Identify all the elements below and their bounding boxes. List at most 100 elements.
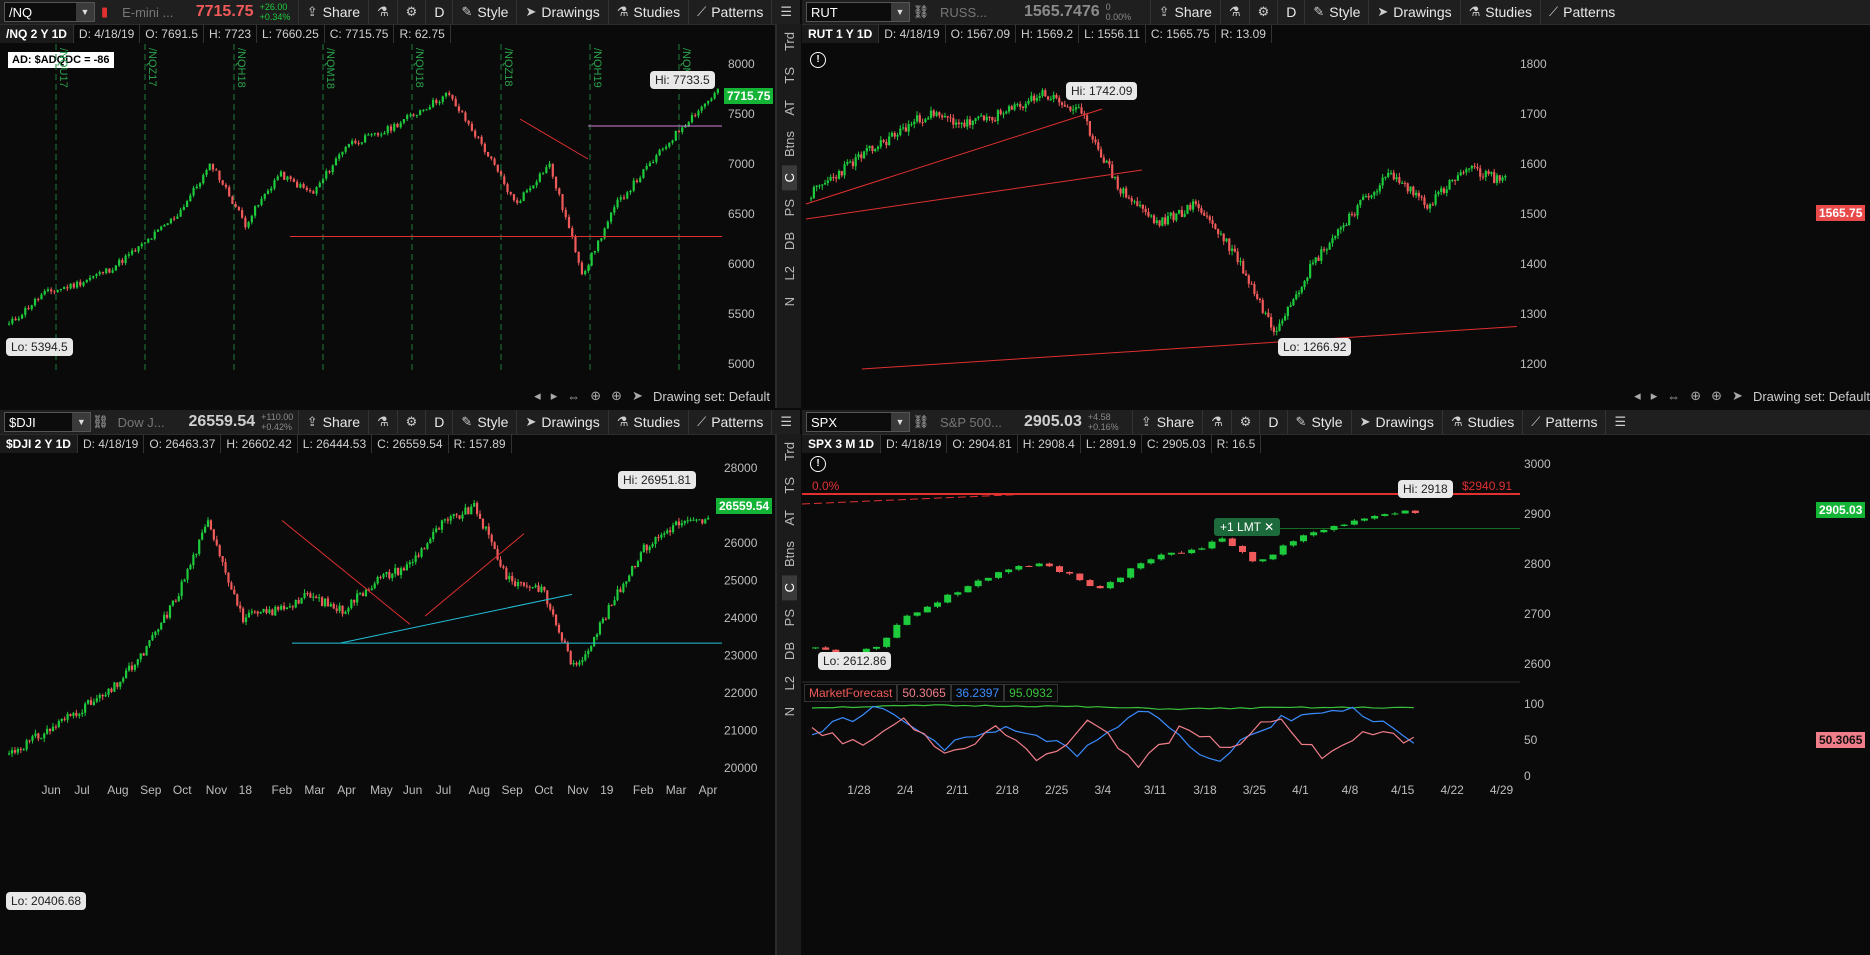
- tab-db[interactable]: DB: [782, 634, 797, 668]
- style-button[interactable]: ✎ Style: [452, 410, 516, 434]
- symbol-input[interactable]: /NQ ▼: [4, 2, 95, 22]
- scroll-left-icon[interactable]: ◂: [1634, 388, 1641, 404]
- share-button[interactable]: ⇪ Share: [297, 410, 368, 434]
- style-button[interactable]: ✎ Style: [1304, 0, 1368, 24]
- drawing-set[interactable]: Drawing set: Default: [653, 389, 770, 404]
- share-button[interactable]: ⇪ Share: [297, 0, 368, 24]
- scroll-left-icon[interactable]: ◂: [534, 388, 541, 404]
- tab-c[interactable]: C: [781, 575, 797, 601]
- tab-ts[interactable]: TS: [782, 59, 797, 92]
- tab-at[interactable]: AT: [782, 92, 797, 124]
- tab-btns[interactable]: Btns: [782, 123, 797, 165]
- close-icon[interactable]: ✕: [1264, 520, 1274, 534]
- tab-ps[interactable]: PS: [782, 601, 797, 634]
- symbol-input[interactable]: $DJI ▼: [4, 412, 92, 432]
- candle-body: [448, 93, 451, 95]
- menu-button[interactable]: ☰: [771, 0, 800, 24]
- link-icon[interactable]: ⛓: [910, 4, 932, 20]
- symbol-dropdown-icon[interactable]: ▼: [891, 413, 909, 431]
- scroll-right-icon[interactable]: ▸: [1651, 388, 1658, 404]
- aggregation-button[interactable]: D: [425, 410, 452, 434]
- settings-button[interactable]: ⚙: [396, 0, 426, 24]
- settings-button[interactable]: ⚙: [1230, 410, 1260, 434]
- candle-body: [224, 562, 227, 573]
- flag-icon[interactable]: ▮: [95, 4, 114, 20]
- tab-trd[interactable]: Trd: [782, 24, 797, 59]
- price-chart[interactable]: 1800 1700 1600 1500 1400 1300 1200 May Jun Jul Aug…: [802, 44, 1870, 374]
- menu-button[interactable]: ☰: [771, 410, 800, 434]
- price-chart[interactable]: /NQU17/NQZ17/NQH18/NQM18/NQU18/NQZ18/NQH…: [0, 44, 776, 374]
- style-button[interactable]: ✎ Style: [1286, 410, 1351, 434]
- flask-button[interactable]: ⚗: [1219, 0, 1249, 24]
- drawing-set[interactable]: Drawing set: Default: [1753, 389, 1870, 404]
- studies-button[interactable]: ⚗ Studies: [607, 0, 688, 24]
- tab-l2[interactable]: L2: [782, 668, 797, 698]
- symbol-dropdown-icon[interactable]: ▼: [76, 3, 94, 21]
- candle-body: [40, 294, 43, 300]
- candle-body: [1362, 196, 1365, 201]
- flask-button[interactable]: ⚗: [1202, 410, 1231, 434]
- candle-body: [1236, 251, 1239, 262]
- symbol-input[interactable]: SPX ▼: [806, 412, 910, 432]
- candle-body: [613, 600, 616, 606]
- drawings-button[interactable]: ➤ Drawings: [1368, 0, 1459, 24]
- studies-button[interactable]: ⚗ Studies: [607, 410, 688, 434]
- limit-order-button[interactable]: +1 LMT ✕: [1214, 518, 1281, 536]
- aggregation-button[interactable]: D: [1259, 410, 1286, 434]
- price-chart[interactable]: 0.0% $2940.91 3000 2900 2800 2700 2600 100 50 0 1/…: [802, 454, 1870, 954]
- candle-body: [1267, 312, 1270, 317]
- candle-body: [625, 581, 628, 584]
- tab-trd[interactable]: Trd: [782, 434, 797, 469]
- drawings-button[interactable]: ➤ Drawings: [1350, 410, 1442, 434]
- symbol-dropdown-icon[interactable]: ▼: [891, 3, 909, 21]
- drawings-button[interactable]: ➤ Drawings: [516, 410, 607, 434]
- flask-button[interactable]: ⚗: [367, 410, 397, 434]
- cursor-icon[interactable]: ➤: [632, 388, 643, 404]
- price-chart[interactable]: 2800027000260002500024000230002200021000…: [0, 454, 776, 954]
- y-tick-label: 2900: [1524, 507, 1551, 521]
- aggregation-button[interactable]: D: [1277, 0, 1304, 24]
- zoom-icon[interactable]: ⊕: [1711, 388, 1722, 404]
- zoom-icon[interactable]: ⊕: [611, 388, 622, 404]
- share-button[interactable]: ⇪ Share: [1149, 0, 1220, 24]
- candle-body: [399, 568, 403, 576]
- tab-ts[interactable]: TS: [782, 469, 797, 502]
- patterns-button[interactable]: ⟋ Patterns: [688, 410, 771, 434]
- tab-ps[interactable]: PS: [782, 191, 797, 224]
- symbol-input[interactable]: RUT ▼: [806, 2, 910, 22]
- share-button[interactable]: ⇪ Share: [1131, 410, 1202, 434]
- studies-button[interactable]: ⚗ Studies: [1459, 0, 1540, 24]
- cursor-icon[interactable]: ➤: [1732, 388, 1743, 404]
- tab-n[interactable]: N: [782, 289, 797, 314]
- tab-db[interactable]: DB: [782, 224, 797, 258]
- flask-button[interactable]: ⚗: [368, 0, 397, 24]
- crosshair-icon[interactable]: ⊕: [590, 388, 601, 404]
- y-tick-label: 7500: [728, 107, 755, 121]
- symbol-dropdown-icon[interactable]: ▼: [72, 413, 91, 431]
- patterns-button[interactable]: ⟋ Patterns: [1522, 410, 1605, 434]
- tab-c[interactable]: C: [781, 165, 797, 191]
- expand-icon[interactable]: ⇔: [567, 389, 580, 404]
- expand-icon[interactable]: ⇔: [1667, 389, 1680, 404]
- tab-at[interactable]: AT: [782, 502, 797, 534]
- link-icon[interactable]: ⛓: [910, 414, 932, 430]
- study-value-3: 95.0932: [1004, 684, 1058, 702]
- settings-button[interactable]: ⚙: [396, 410, 426, 434]
- tab-n[interactable]: N: [782, 699, 797, 724]
- candle-body: [411, 561, 414, 563]
- tab-l2[interactable]: L2: [782, 258, 797, 288]
- scroll-right-icon[interactable]: ▸: [551, 388, 558, 404]
- settings-button[interactable]: ⚙: [1248, 0, 1278, 24]
- tab-btns[interactable]: Btns: [782, 533, 797, 575]
- style-button[interactable]: ✎ Style: [452, 0, 516, 24]
- patterns-button[interactable]: ⟋ Patterns: [1540, 0, 1623, 24]
- drawings-button[interactable]: ➤ Drawings: [516, 0, 607, 24]
- menu-button[interactable]: ☰: [1605, 410, 1634, 434]
- studies-button[interactable]: ⚗ Studies: [1441, 410, 1522, 434]
- patterns-button[interactable]: ⟋ Patterns: [688, 0, 771, 24]
- candle-body: [14, 318, 17, 321]
- crosshair-icon[interactable]: ⊕: [1690, 388, 1701, 404]
- link-icon[interactable]: ⛓: [91, 414, 109, 430]
- candle-body: [95, 698, 98, 702]
- aggregation-button[interactable]: D: [425, 0, 452, 24]
